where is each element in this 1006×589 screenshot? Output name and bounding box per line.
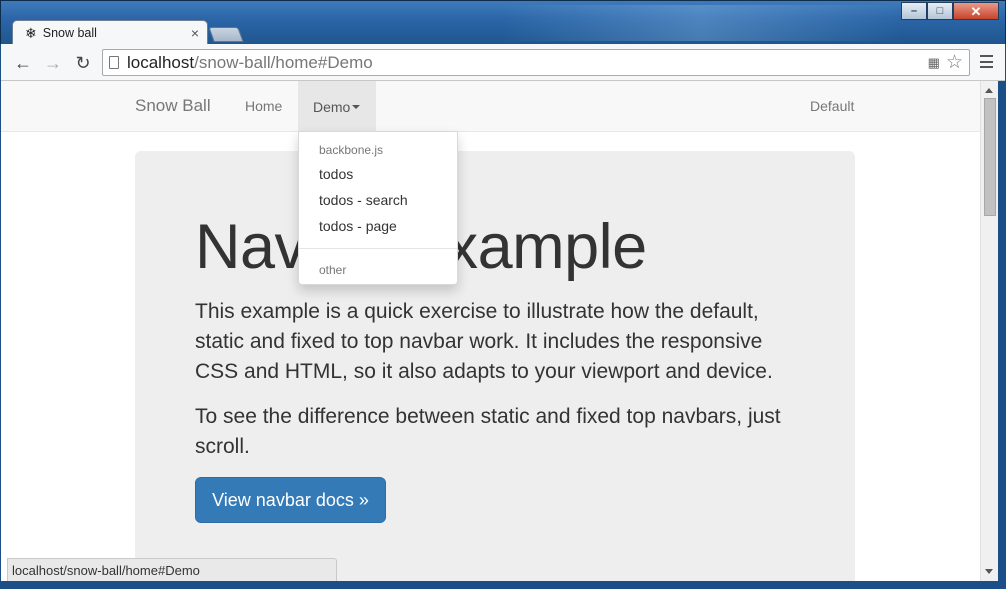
- close-window-button[interactable]: ✕: [953, 2, 999, 20]
- dropdown-divider: [299, 248, 457, 249]
- jumbotron-paragraph-2: To see the difference between static and…: [195, 405, 781, 458]
- scroll-up-arrow-icon[interactable]: [985, 88, 993, 93]
- nav-item-default[interactable]: Default: [810, 98, 854, 114]
- navbar-brand[interactable]: Snow Ball: [135, 96, 211, 116]
- dropdown-item-todos-page[interactable]: todos - page: [299, 213, 457, 239]
- nav-item-home[interactable]: Home: [245, 98, 282, 114]
- titlebar-glass: [501, 5, 901, 41]
- status-bar: localhost/snow-ball/home#Demo: [7, 558, 337, 581]
- omnibox-actions: ▦ ☆: [928, 53, 963, 72]
- menu-icon[interactable]: [980, 55, 993, 68]
- minimize-button[interactable]: –: [901, 2, 927, 20]
- maximize-button[interactable]: □: [927, 2, 953, 20]
- tab-close-button[interactable]: ×: [191, 25, 199, 41]
- back-arrow-icon[interactable]: ←: [12, 52, 34, 74]
- url-text[interactable]: localhost/snow-ball/home#Demo: [127, 53, 373, 73]
- window-frame-left: [0, 81, 1, 589]
- bookmark-star-icon[interactable]: ☆: [946, 53, 963, 72]
- nav-demo-label: Demo: [313, 98, 351, 115]
- page-viewport: Snow Ball Home Demo Default Navbar examp…: [1, 81, 980, 581]
- window-frame-right: [998, 81, 1006, 589]
- page-icon: [109, 56, 119, 69]
- reload-icon[interactable]: ↻: [72, 52, 94, 74]
- url-host: localhost: [127, 52, 195, 72]
- dropdown-header-backbone: backbone.js: [319, 143, 384, 157]
- demo-dropdown-menu: backbone.js todos todos - search todos -…: [298, 131, 458, 285]
- scrollbar-thumb[interactable]: [984, 98, 996, 216]
- navbar: Snow Ball Home Demo Default: [1, 81, 980, 132]
- window-controls: – □ ✕: [901, 2, 999, 20]
- vertical-scrollbar[interactable]: [980, 81, 998, 581]
- translate-icon[interactable]: ▦: [928, 55, 940, 71]
- tab-title: Snow ball: [42, 26, 97, 40]
- url-path: /snow-ball/home#Demo: [194, 52, 373, 72]
- jumbotron-paragraph: This example is a quick exercise to illu…: [195, 300, 773, 383]
- scroll-down-arrow-icon[interactable]: [985, 569, 993, 574]
- dropdown-item-todos-search[interactable]: todos - search: [299, 187, 457, 213]
- dropdown-header-other: other: [319, 263, 347, 277]
- address-bar[interactable]: localhost/snow-ball/home#Demo ▦ ☆: [102, 49, 970, 76]
- caret-down-icon: [352, 104, 361, 109]
- browser-toolbar: ← → ↻ localhost/snow-ball/home#Demo ▦ ☆: [1, 44, 1005, 81]
- nav-item-demo[interactable]: Demo: [298, 81, 376, 132]
- snowflake-icon: ❄: [25, 25, 37, 41]
- dropdown-item-todos[interactable]: todos: [299, 161, 457, 187]
- view-navbar-docs-button[interactable]: View navbar docs »: [195, 477, 386, 523]
- jumbotron: Navbar example This example is a quick e…: [135, 151, 855, 581]
- forward-arrow-icon[interactable]: →: [42, 52, 64, 74]
- window-frame-bottom: [0, 581, 1006, 589]
- new-tab-button[interactable]: [208, 27, 244, 42]
- browser-tab[interactable]: ❄ Snow ball ×: [12, 20, 208, 45]
